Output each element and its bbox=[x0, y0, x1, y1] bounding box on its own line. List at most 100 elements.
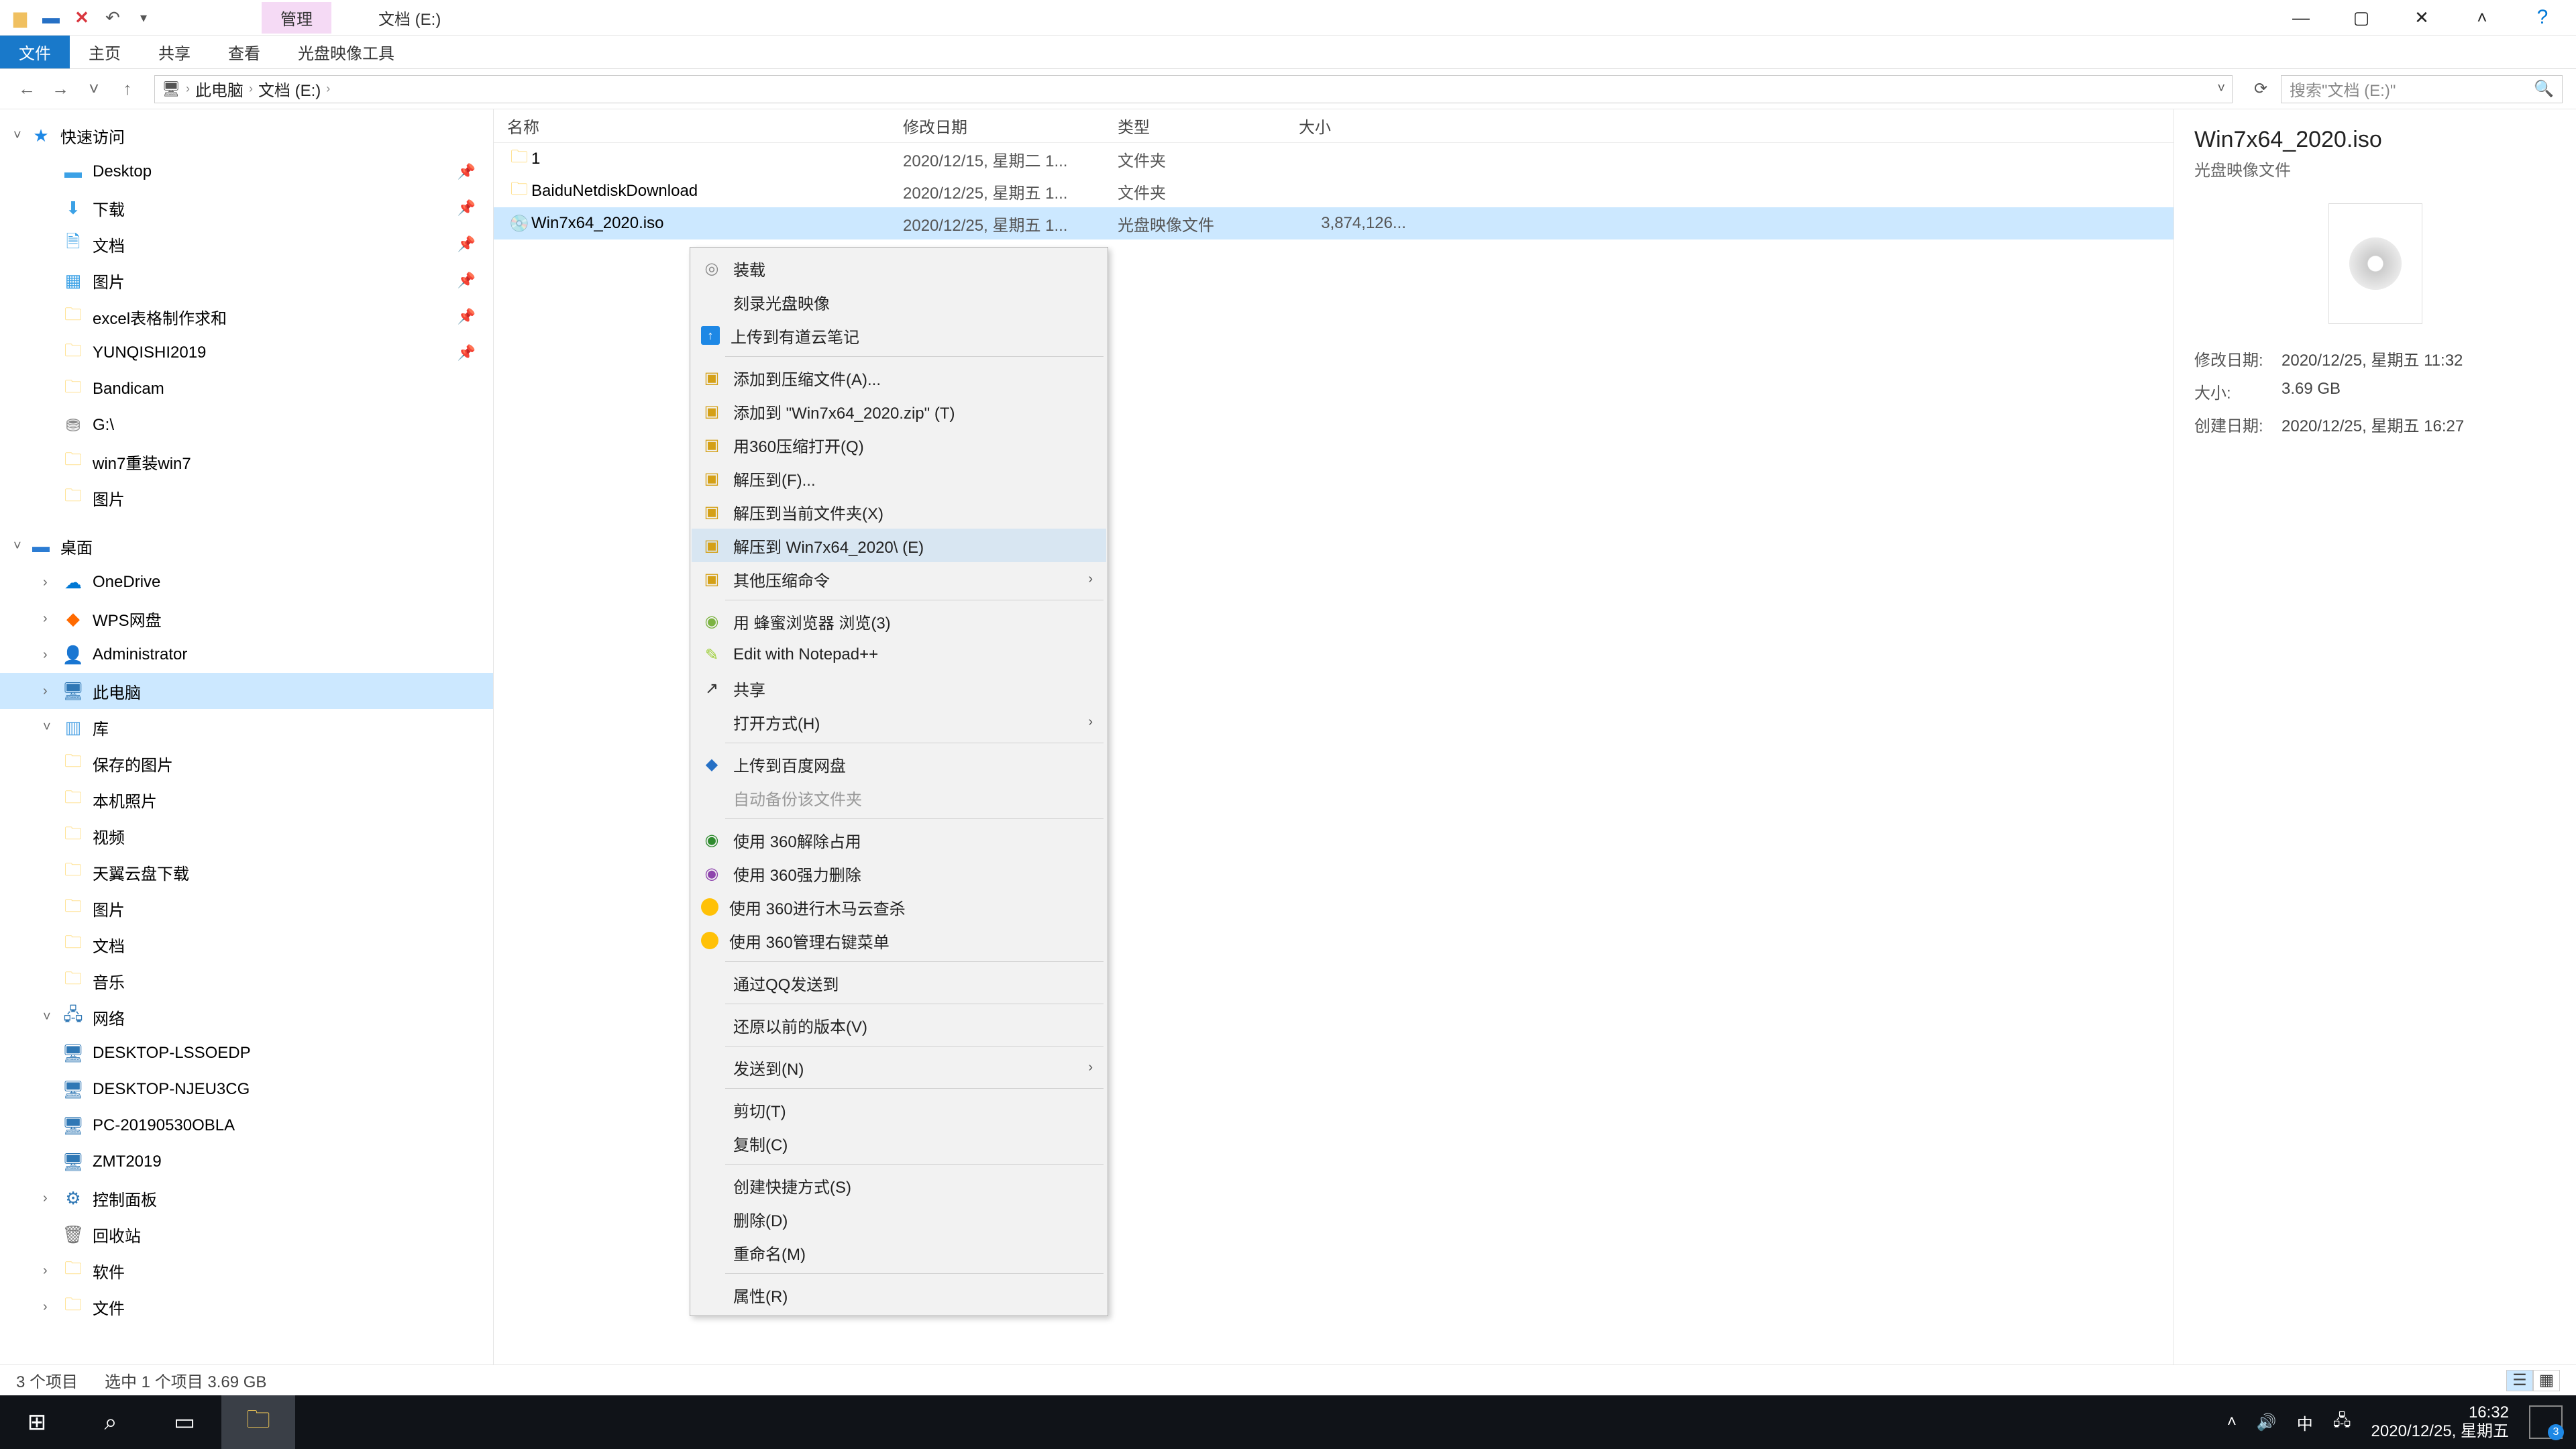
start-button[interactable]: ⊞ bbox=[0, 1395, 74, 1449]
tree-tianyi[interactable]: 🗀天翼云盘下载 bbox=[0, 854, 493, 890]
ctx-forcedel[interactable]: ◉使用 360强力删除 bbox=[692, 857, 1106, 890]
tree-excel[interactable]: 🗀excel表格制作求和📌 bbox=[0, 299, 493, 335]
taskbar-taskview[interactable]: ▭ bbox=[148, 1395, 221, 1449]
ctx-mount[interactable]: ◎装载 bbox=[692, 252, 1106, 285]
tray-volume-icon[interactable]: 🔊 bbox=[2257, 1413, 2277, 1432]
tree-yunqishi[interactable]: 🗀YUNQISHI2019📌 bbox=[0, 335, 493, 371]
ribbon-tab-file[interactable]: 文件 bbox=[0, 36, 70, 68]
ctx-extractname[interactable]: ▣解压到 Win7x64_2020\ (E) bbox=[692, 529, 1106, 562]
ribbon-toggle-icon[interactable]: ˄ bbox=[2469, 4, 2496, 31]
qat-undo-icon[interactable]: ↶ bbox=[102, 7, 123, 28]
col-type[interactable]: 类型 bbox=[1118, 114, 1299, 138]
tree-netpc[interactable]: 🖥PC-20190530OBLA bbox=[0, 1108, 493, 1144]
taskbar-explorer[interactable]: 🗀 bbox=[221, 1395, 295, 1449]
tree-admin[interactable]: ›👤Administrator bbox=[0, 637, 493, 673]
tree-bandicam[interactable]: 🗀Bandicam bbox=[0, 371, 493, 407]
tree-pictures[interactable]: ▦图片📌 bbox=[0, 262, 493, 299]
tree-desktop[interactable]: ▬Desktop📌 bbox=[0, 154, 493, 190]
ctx-bdp[interactable]: ◆上传到百度网盘 bbox=[692, 747, 1106, 781]
ctx-props[interactable]: 属性(R) bbox=[692, 1278, 1106, 1311]
ctx-shortcut[interactable]: 创建快捷方式(S) bbox=[692, 1169, 1106, 1202]
qat-dropdown-icon[interactable]: ▾ bbox=[133, 7, 154, 28]
tree-netpc[interactable]: 🖥ZMT2019 bbox=[0, 1144, 493, 1180]
ctx-share[interactable]: ↗共享 bbox=[692, 672, 1106, 705]
nav-up-button[interactable]: ↑ bbox=[114, 76, 141, 103]
ribbon-tab-home[interactable]: 主页 bbox=[70, 36, 140, 68]
search-input[interactable]: 搜索"文档 (E:)" 🔍 bbox=[2281, 75, 2563, 103]
tree-savedpics[interactable]: 🗀保存的图片 bbox=[0, 745, 493, 782]
contextual-tab-manage[interactable]: 管理 bbox=[262, 2, 331, 34]
tree-network[interactable]: ˅🖧网络 bbox=[0, 999, 493, 1035]
tree-documents[interactable]: 🗎文档📌 bbox=[0, 226, 493, 262]
minimize-button[interactable]: — bbox=[2288, 4, 2314, 31]
ctx-copy[interactable]: 复制(C) bbox=[692, 1126, 1106, 1160]
tree-downloads[interactable]: ⬇下载📌 bbox=[0, 190, 493, 226]
tree-gdrive[interactable]: ⛃G:\ bbox=[0, 407, 493, 443]
tree-libspics[interactable]: 🗀图片 bbox=[0, 890, 493, 926]
list-item[interactable]: 🗀 BaiduNetdiskDownload 2020/12/25, 星期五 1… bbox=[494, 175, 2174, 207]
address-dropdown-icon[interactable]: ˅ bbox=[2217, 81, 2225, 97]
tray-network-icon[interactable]: 🖧 bbox=[2333, 1409, 2351, 1436]
ctx-bee[interactable]: ◉用 蜂蜜浏览器 浏览(3) bbox=[692, 604, 1106, 638]
ctx-rename[interactable]: 重命名(M) bbox=[692, 1236, 1106, 1269]
ctx-npp[interactable]: ✎Edit with Notepad++ bbox=[692, 638, 1106, 672]
tree-libsdocs[interactable]: 🗀文档 bbox=[0, 926, 493, 963]
list-item[interactable]: 🗀 1 2020/12/15, 星期二 1... 文件夹 bbox=[494, 143, 2174, 175]
tray-overflow-icon[interactable]: ˄ bbox=[2227, 1413, 2237, 1432]
tray-ime[interactable]: 中 bbox=[2297, 1411, 2313, 1434]
tree-win7[interactable]: 🗀win7重装win7 bbox=[0, 443, 493, 480]
col-name[interactable]: 名称 bbox=[507, 114, 903, 138]
tree-software[interactable]: ›🗀软件 bbox=[0, 1252, 493, 1289]
help-icon[interactable]: ? bbox=[2529, 4, 2556, 31]
ctx-qqsend[interactable]: 通过QQ发送到 bbox=[692, 966, 1106, 1000]
ctx-manage360[interactable]: 使用 360管理右键菜单 bbox=[692, 924, 1106, 957]
col-date[interactable]: 修改日期 bbox=[903, 114, 1118, 138]
tree-recycle[interactable]: 🗑回收站 bbox=[0, 1216, 493, 1252]
ctx-openwith[interactable]: 打开方式(H)› bbox=[692, 705, 1106, 739]
qat-save-icon[interactable]: ▬ bbox=[40, 7, 62, 28]
ctx-delete[interactable]: 删除(D) bbox=[692, 1202, 1106, 1236]
action-center-icon[interactable] bbox=[2529, 1405, 2563, 1439]
taskbar-search[interactable]: ⌕ bbox=[74, 1395, 148, 1449]
tree-onedrive[interactable]: ›☁OneDrive bbox=[0, 564, 493, 600]
qat-delete-icon[interactable]: ✕ bbox=[71, 7, 93, 28]
breadcrumb[interactable]: 文档 (E:) bbox=[258, 77, 321, 101]
tree-quick-access[interactable]: ˅★快速访问 bbox=[0, 117, 493, 154]
ctx-unlock360[interactable]: ◉使用 360解除占用 bbox=[692, 823, 1106, 857]
tree-desktop2[interactable]: ˅▬桌面 bbox=[0, 528, 493, 564]
tree-libraries[interactable]: ˅▥库 bbox=[0, 709, 493, 745]
view-details-button[interactable]: ☰ bbox=[2506, 1370, 2533, 1391]
view-icons-button[interactable]: ▦ bbox=[2533, 1370, 2560, 1391]
ribbon-tab-view[interactable]: 查看 bbox=[209, 36, 279, 68]
tree-libsmusic[interactable]: 🗀音乐 bbox=[0, 963, 493, 999]
nav-forward-button[interactable]: → bbox=[47, 76, 74, 103]
tree-files[interactable]: ›🗀文件 bbox=[0, 1289, 493, 1325]
ctx-restore[interactable]: 还原以前的版本(V) bbox=[692, 1008, 1106, 1042]
refresh-button[interactable]: ⟳ bbox=[2247, 76, 2274, 103]
ctx-addzip2[interactable]: ▣添加到 "Win7x64_2020.zip" (T) bbox=[692, 394, 1106, 428]
ctx-burn[interactable]: 刻录光盘映像 bbox=[692, 285, 1106, 319]
tree-netpc[interactable]: 🖥DESKTOP-NJEU3CG bbox=[0, 1071, 493, 1108]
ribbon-tab-share[interactable]: 共享 bbox=[140, 36, 209, 68]
breadcrumb[interactable]: 此电脑 bbox=[195, 77, 244, 101]
tree-wps[interactable]: ›◆WPS网盘 bbox=[0, 600, 493, 637]
maximize-button[interactable]: ▢ bbox=[2348, 4, 2375, 31]
tree-videos[interactable]: 🗀视频 bbox=[0, 818, 493, 854]
tree-netpc[interactable]: 🖥DESKTOP-LSSOEDP bbox=[0, 1035, 493, 1071]
ctx-trojan[interactable]: 使用 360进行木马云查杀 bbox=[692, 890, 1106, 924]
tree-thispc[interactable]: ›🖥此电脑 bbox=[0, 673, 493, 709]
nav-history-dropdown[interactable]: ˅ bbox=[80, 76, 107, 103]
ctx-extractto[interactable]: ▣解压到(F)... bbox=[692, 462, 1106, 495]
tree-cpanel[interactable]: ›⚙控制面板 bbox=[0, 1180, 493, 1216]
col-size[interactable]: 大小 bbox=[1299, 114, 1419, 138]
ctx-open360[interactable]: ▣用360压缩打开(Q) bbox=[692, 428, 1106, 462]
ctx-othercomp[interactable]: ▣其他压缩命令› bbox=[692, 562, 1106, 596]
list-item[interactable]: 💿 Win7x64_2020.iso 2020/12/25, 星期五 1... … bbox=[494, 207, 2174, 239]
ctx-youdao[interactable]: ↑上传到有道云笔记 bbox=[692, 319, 1106, 352]
ctx-extracthere[interactable]: ▣解压到当前文件夹(X) bbox=[692, 495, 1106, 529]
ctx-sendto[interactable]: 发送到(N)› bbox=[692, 1051, 1106, 1084]
close-button[interactable]: ✕ bbox=[2408, 4, 2435, 31]
address-bar[interactable]: 🖥 › 此电脑 › 文档 (E:) › ˅ bbox=[154, 75, 2233, 103]
ribbon-tab-disc-tools[interactable]: 光盘映像工具 bbox=[279, 36, 413, 68]
tree-camroll[interactable]: 🗀本机照片 bbox=[0, 782, 493, 818]
